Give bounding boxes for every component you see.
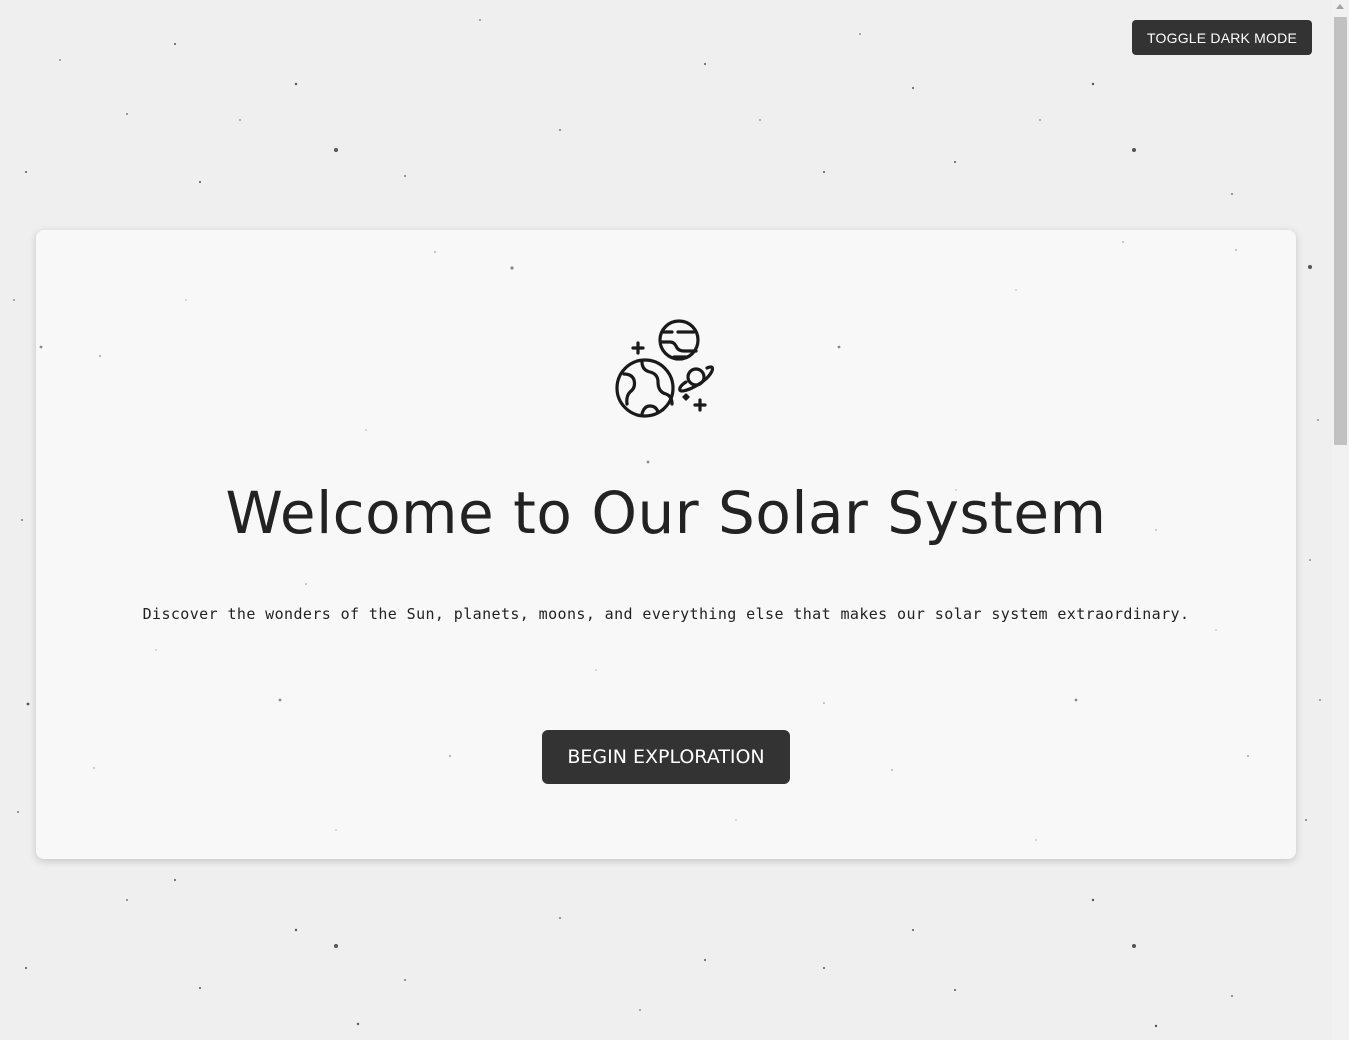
scrollbar[interactable] — [1332, 0, 1349, 1040]
scroll-up-arrow-icon[interactable] — [1336, 4, 1344, 9]
page-subtitle: Discover the wonders of the Sun, planets… — [142, 605, 1190, 623]
hero-card: Welcome to Our Solar System Discover the… — [36, 230, 1296, 859]
begin-exploration-button[interactable]: BEGIN EXPLORATION — [542, 730, 790, 784]
toggle-dark-mode-button[interactable]: TOGGLE DARK MODE — [1132, 20, 1312, 55]
scrollbar-thumb[interactable] — [1334, 17, 1347, 445]
planets-icon — [615, 319, 715, 418]
page-title: Welcome to Our Solar System — [225, 479, 1107, 547]
